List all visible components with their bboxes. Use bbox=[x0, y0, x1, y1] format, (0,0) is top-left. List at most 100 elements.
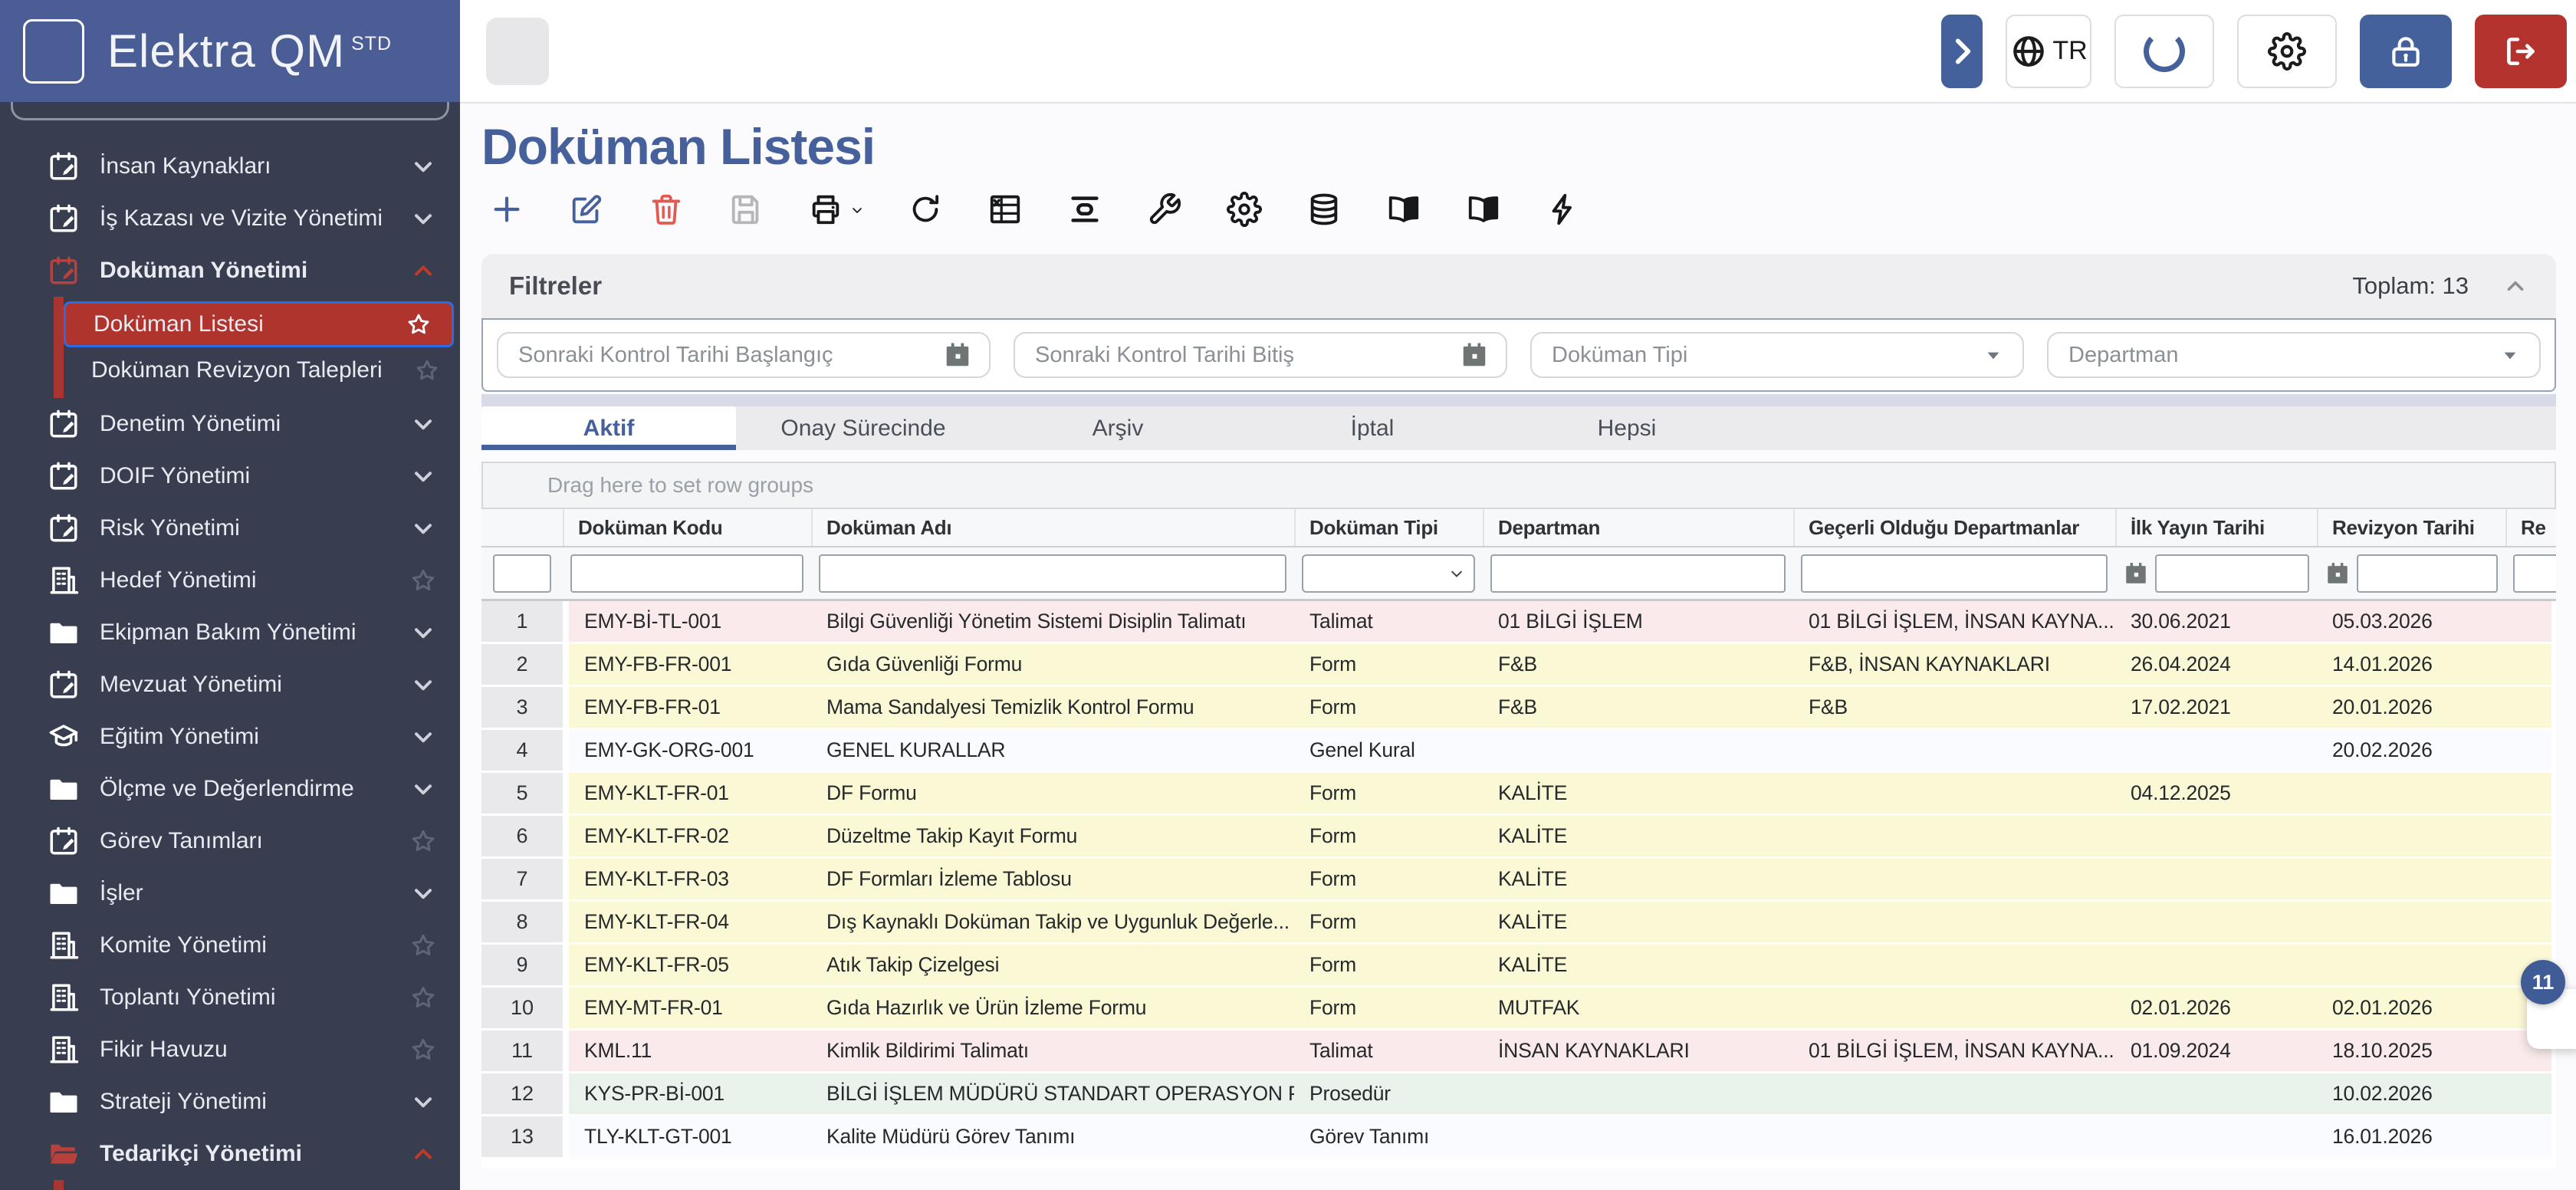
column-header[interactable]: Departman bbox=[1483, 509, 1793, 546]
refresh-button[interactable] bbox=[908, 192, 943, 227]
tab-2[interactable]: Onay Sürecinde bbox=[736, 406, 991, 450]
filter-input[interactable] bbox=[1021, 342, 1460, 368]
notification-badge[interactable]: 11 bbox=[2521, 960, 2565, 1004]
back-button[interactable] bbox=[486, 17, 549, 85]
sidebar-item[interactable]: Mevzuat Yönetimi bbox=[0, 659, 460, 711]
column-header[interactable]: Geçerli Olduğu Departmanlar bbox=[1793, 509, 2115, 546]
docs-button-2[interactable] bbox=[1466, 192, 1501, 227]
filter-field[interactable] bbox=[497, 332, 991, 378]
collapse-filters-icon[interactable] bbox=[2502, 273, 2528, 299]
sidebar-item[interactable]: Görev Tanımları bbox=[0, 815, 460, 867]
filter-field[interactable] bbox=[1014, 332, 1507, 378]
sidebar-item[interactable]: Komite Yönetimi bbox=[0, 919, 460, 971]
sidebar-item[interactable]: İşler bbox=[0, 867, 460, 919]
grid-settings-button[interactable] bbox=[1227, 192, 1262, 227]
print-button[interactable] bbox=[808, 192, 862, 227]
logout-button[interactable] bbox=[2475, 14, 2567, 88]
column-filter-input[interactable] bbox=[1801, 554, 2108, 593]
row-group-dropzone[interactable]: Drag here to set row groups bbox=[481, 462, 2556, 509]
star-icon[interactable] bbox=[409, 1036, 437, 1063]
table-row[interactable]: 9 EMY-KLT-FR-05 Atık Takip Çizelgesi Form KA… bbox=[481, 945, 2556, 988]
lock-button[interactable] bbox=[2360, 14, 2452, 88]
star-icon[interactable] bbox=[406, 311, 432, 337]
tab-1[interactable]: Aktif bbox=[481, 406, 736, 450]
table-row[interactable]: 2 EMY-FB-FR-001 Gıda Güvenliği Formu Form F&… bbox=[481, 644, 2556, 687]
column-filter-input[interactable] bbox=[819, 554, 1286, 593]
table-row[interactable]: 10 EMY-MT-FR-01 Gıda Hazırlık ve Ürün İzle… bbox=[481, 988, 2556, 1031]
sidebar-item[interactable]: DOIF Yönetimi bbox=[0, 450, 460, 502]
sidebar-item[interactable]: Hedef Yönetimi bbox=[0, 554, 460, 607]
sidebar-item[interactable]: Fikir Havuzu bbox=[0, 1024, 460, 1076]
filter-input[interactable] bbox=[504, 342, 943, 368]
sidebar-item[interactable]: Toplantı Yönetimi bbox=[0, 971, 460, 1024]
column-header[interactable]: Revizyon Tarihi bbox=[2317, 509, 2505, 546]
edit-button[interactable] bbox=[569, 192, 604, 227]
table-row[interactable]: 5 EMY-KLT-FR-01 DF Formu Form KALİTE 04.12.20… bbox=[481, 773, 2556, 816]
star-icon[interactable] bbox=[409, 827, 437, 855]
sidebar-item[interactable]: İnsan Kaynakları bbox=[0, 140, 460, 192]
column-filter-input[interactable] bbox=[570, 554, 803, 593]
filter-field[interactable] bbox=[1530, 332, 2024, 378]
star-icon[interactable] bbox=[409, 567, 437, 594]
column-filter-input[interactable] bbox=[2155, 554, 2309, 593]
delete-button[interactable] bbox=[649, 192, 684, 227]
column-filter-input[interactable] bbox=[1490, 554, 1786, 593]
sidebar-item[interactable]: Denetim Yönetimi bbox=[0, 398, 460, 450]
star-icon[interactable] bbox=[409, 984, 437, 1011]
column-filter-select[interactable] bbox=[1302, 554, 1475, 593]
settings-button[interactable] bbox=[2237, 14, 2337, 88]
sidebar-item[interactable]: Strateji Yönetimi bbox=[0, 1076, 460, 1128]
filter-field[interactable] bbox=[2047, 332, 2541, 378]
sidebar-subitem[interactable]: Doküman Revizyon Talepleri bbox=[64, 347, 460, 393]
column-header[interactable]: Doküman Tipi bbox=[1294, 509, 1483, 546]
row-height-button[interactable] bbox=[1067, 192, 1102, 227]
table-row[interactable]: 4 EMY-GK-ORG-001 GENEL KURALLAR Genel Kural… bbox=[481, 730, 2556, 773]
calendar-solid-icon[interactable] bbox=[943, 340, 972, 370]
docs-button[interactable] bbox=[1386, 192, 1421, 227]
table-row[interactable]: 13 TLY-KLT-GT-001 Kalite Müdürü Görev Tanı… bbox=[481, 1116, 2556, 1159]
table-row[interactable]: 1 EMY-Bİ-TL-001 Bilgi Güvenliği Yönetim Si… bbox=[481, 601, 2556, 644]
menu-toggle-button[interactable] bbox=[23, 18, 84, 84]
tab-3[interactable]: Arşiv bbox=[991, 406, 1245, 450]
column-header[interactable]: İlk Yayın Tarihi bbox=[2115, 509, 2317, 546]
table-row[interactable]: 11 KML.11 Kimlik Bildirimi Talimatı Talimat… bbox=[481, 1031, 2556, 1073]
filter-input[interactable] bbox=[2055, 342, 2498, 368]
sidebar-item[interactable]: Ölçme ve Değerlendirme bbox=[0, 763, 460, 815]
tools-button[interactable] bbox=[1147, 192, 1182, 227]
sidebar-item[interactable]: İş Kazası ve Vizite Yönetimi bbox=[0, 192, 460, 245]
loading-indicator[interactable] bbox=[2114, 14, 2214, 88]
table-row[interactable]: 8 EMY-KLT-FR-04 Dış Kaynaklı Doküman Takip… bbox=[481, 902, 2556, 945]
sidebar-item[interactable]: Ekipman Bakım Yönetimi bbox=[0, 607, 460, 659]
tab-4[interactable]: İptal bbox=[1245, 406, 1500, 450]
calendar-solid-icon[interactable] bbox=[1460, 340, 1489, 370]
sidebar-subitem[interactable]: Tedarikçi Listesi bbox=[64, 1185, 460, 1190]
table-row[interactable]: 7 EMY-KLT-FR-03 DF Formları İzleme Tablosu… bbox=[481, 859, 2556, 902]
column-filter-input[interactable] bbox=[2513, 554, 2556, 593]
star-icon[interactable] bbox=[409, 932, 437, 959]
dropdown-arrow-icon[interactable] bbox=[1981, 343, 2006, 367]
database-button[interactable] bbox=[1306, 192, 1342, 227]
sidebar-item[interactable]: Tedarikçi Yönetimi bbox=[0, 1128, 460, 1180]
table-row[interactable]: 12 KYS-PR-Bİ-001 BİLGİ İŞLEM MÜDÜRÜ STANDA… bbox=[481, 1073, 2556, 1116]
sidebar-item[interactable]: Eğitim Yönetimi bbox=[0, 711, 460, 763]
calendar-icon[interactable] bbox=[2325, 560, 2351, 587]
star-icon[interactable] bbox=[414, 357, 440, 383]
add-button[interactable] bbox=[489, 192, 524, 227]
column-header[interactable]: Doküman Kodu bbox=[563, 509, 811, 546]
table-row[interactable]: 3 EMY-FB-FR-01 Mama Sandalyesi Temizlik Ko… bbox=[481, 687, 2556, 730]
excel-export-button[interactable] bbox=[987, 192, 1023, 227]
filter-input[interactable] bbox=[1538, 342, 1981, 368]
column-header[interactable] bbox=[481, 509, 563, 546]
dropdown-arrow-icon[interactable] bbox=[2498, 343, 2522, 367]
calendar-icon[interactable] bbox=[2123, 560, 2149, 587]
table-row[interactable]: 6 EMY-KLT-FR-02 Düzeltme Takip Kayıt Formu… bbox=[481, 816, 2556, 859]
sidebar-item[interactable]: Risk Yönetimi bbox=[0, 502, 460, 554]
language-button[interactable]: TR bbox=[2006, 14, 2091, 88]
quick-actions-button[interactable] bbox=[1546, 192, 1581, 227]
column-filter-input[interactable] bbox=[493, 554, 551, 593]
save-button[interactable] bbox=[728, 192, 764, 227]
expand-button[interactable] bbox=[1941, 14, 1983, 88]
sidebar-subitem[interactable]: Doküman Listesi bbox=[64, 301, 454, 347]
column-header[interactable]: Re bbox=[2505, 509, 2556, 546]
sidebar-item[interactable]: Doküman Yönetimi bbox=[0, 245, 460, 297]
